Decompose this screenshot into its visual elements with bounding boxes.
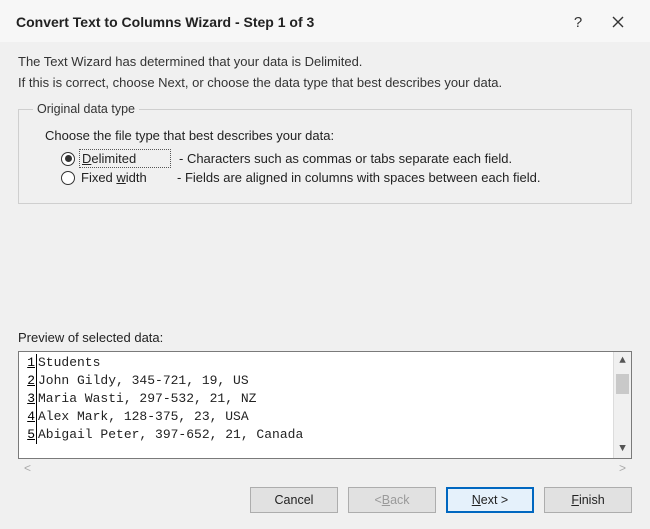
scroll-up-icon: ▲ — [619, 352, 626, 370]
radio-delimited-indicator — [61, 152, 75, 166]
radio-delimited-label: Delimited — [81, 151, 169, 166]
help-button[interactable]: ? — [558, 8, 598, 36]
dialog-title: Convert Text to Columns Wizard - Step 1 … — [16, 14, 314, 30]
group-prompt: Choose the file type that best describes… — [45, 128, 617, 143]
preview-row: 4Alex Mark, 128-375, 23, USA — [23, 408, 613, 426]
preview-vertical-scrollbar[interactable]: ▲ ▼ — [613, 352, 631, 458]
finish-button[interactable]: Finish — [544, 487, 632, 513]
radio-delimited[interactable]: Delimited - Characters such as commas or… — [61, 151, 617, 166]
radio-fixed-width-desc: - Fields are aligned in columns with spa… — [177, 170, 540, 185]
dialog-content: The Text Wizard has determined that your… — [0, 42, 650, 477]
text-to-columns-wizard-dialog: Convert Text to Columns Wizard - Step 1 … — [0, 0, 650, 529]
original-data-type-group: Original data type Choose the file type … — [18, 102, 632, 204]
dialog-footer: Cancel < Back Next > Finish — [0, 477, 650, 529]
intro-line-2: If this is correct, choose Next, or choo… — [18, 75, 632, 90]
close-icon — [612, 16, 624, 28]
titlebar: Convert Text to Columns Wizard - Step 1 … — [0, 0, 650, 42]
radio-fixed-width-label: Fixed width — [81, 170, 167, 185]
preview-row: 5Abigail Peter, 397-652, 21, Canada — [23, 426, 613, 444]
preview-box: 1Students 2John Gildy, 345-721, 19, US 3… — [18, 351, 632, 459]
preview-label: Preview of selected data: — [18, 330, 632, 345]
preview-rows: 1Students 2John Gildy, 345-721, 19, US 3… — [23, 354, 613, 456]
scroll-down-icon: ▼ — [619, 440, 626, 458]
preview-row: 1Students — [23, 354, 613, 372]
scroll-thumb[interactable] — [616, 374, 629, 394]
radio-fixed-width[interactable]: Fixed width - Fields are aligned in colu… — [61, 170, 617, 185]
scroll-right-icon: > — [619, 461, 626, 475]
radio-fixed-width-indicator — [61, 171, 75, 185]
next-button[interactable]: Next > — [446, 487, 534, 513]
close-button[interactable] — [598, 8, 638, 36]
preview-horizontal-scrollbar[interactable]: < > — [18, 459, 632, 477]
preview-row: 3Maria Wasti, 297-532, 21, NZ — [23, 390, 613, 408]
cancel-button[interactable]: Cancel — [250, 487, 338, 513]
preview-row: 2John Gildy, 345-721, 19, US — [23, 372, 613, 390]
back-button[interactable]: < Back — [348, 487, 436, 513]
intro-line-1: The Text Wizard has determined that your… — [18, 54, 632, 69]
scroll-left-icon: < — [24, 461, 31, 475]
radio-delimited-desc: - Characters such as commas or tabs sepa… — [179, 151, 512, 166]
group-legend: Original data type — [33, 102, 139, 116]
